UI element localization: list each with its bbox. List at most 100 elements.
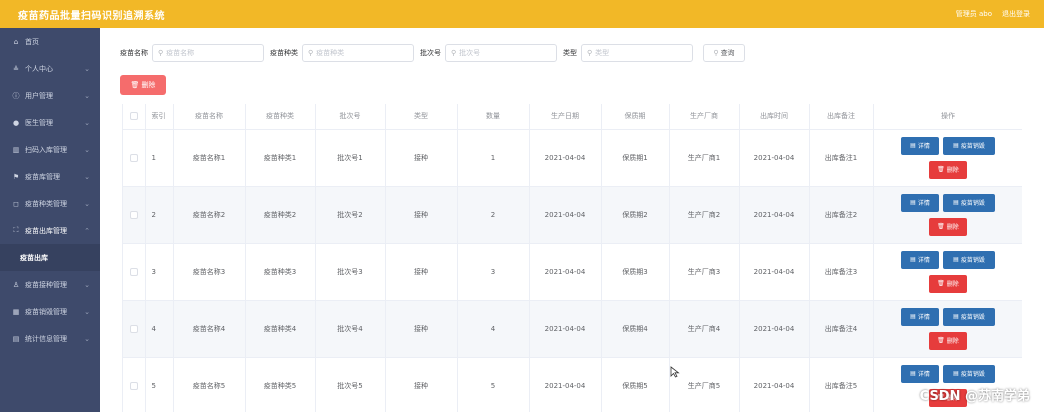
chevron-up-icon: ⌃ bbox=[84, 226, 90, 235]
outbox-icon: ⛶ bbox=[13, 226, 19, 234]
column-header: 出库时间 bbox=[739, 104, 810, 130]
vaccine-type-input[interactable] bbox=[316, 49, 413, 57]
search-input-wrapper: ⚲ bbox=[302, 44, 414, 62]
row-select-cell[interactable] bbox=[123, 129, 146, 187]
sidebar-item-vaccine-stock[interactable]: ⚑ 疫苗库管理 ⌄ bbox=[0, 163, 100, 190]
document-icon: ▤ bbox=[953, 256, 959, 263]
sidebar-item-label: 首页 bbox=[25, 37, 39, 46]
table-cell: 疫苗种类4 bbox=[245, 300, 316, 358]
detail-label: 详情 bbox=[917, 314, 930, 321]
row-checkbox[interactable] bbox=[129, 210, 138, 219]
sidebar-item-doctors[interactable]: ● 医生管理 ⌄ bbox=[0, 109, 100, 136]
detail-button[interactable]: ▤ 详情 bbox=[901, 307, 939, 326]
row-select-cell[interactable] bbox=[123, 243, 146, 301]
table-cell: 2021-04-04 bbox=[739, 357, 810, 412]
row-checkbox[interactable] bbox=[129, 324, 138, 333]
table-cell: 2021-04-04 bbox=[529, 243, 602, 301]
row-delete-button[interactable]: 🗑 删除 bbox=[929, 331, 967, 350]
table-cell: 接种 bbox=[385, 186, 458, 244]
chevron-down-icon: ⌄ bbox=[84, 172, 90, 181]
row-actions-top: ▤ 详情 ▤ 疫苗销毁 bbox=[901, 136, 995, 155]
trash-icon: 🗑 bbox=[130, 81, 140, 89]
sidebar-item-vaccination[interactable]: ♙ 疫苗接种管理 ⌄ bbox=[0, 271, 100, 298]
document-icon: ▤ bbox=[910, 199, 916, 206]
vaccine-name-input[interactable] bbox=[166, 49, 263, 57]
sidebar-item-label: 疫苗接种管理 bbox=[25, 280, 67, 289]
table-cell: 2021-04-04 bbox=[739, 129, 810, 187]
sidebar-item-statistics[interactable]: ▤ 统计信息管理 ⌄ bbox=[0, 325, 100, 352]
batch-delete-button[interactable]: 🗑 删除 bbox=[120, 75, 166, 95]
column-header: 数量 bbox=[457, 104, 530, 130]
row-actions-top: ▤ 详情 ▤ 疫苗销毁 bbox=[901, 364, 995, 383]
detail-button[interactable]: ▤ 详情 bbox=[901, 136, 939, 155]
sidebar-item-vaccine-outbound[interactable]: ⛶ 疫苗出库管理 ⌃ bbox=[0, 217, 100, 244]
batch-number-input[interactable] bbox=[459, 49, 556, 57]
table-row[interactable]: 5 疫苗名称5 疫苗种类5 批次号5 接种 5 2021-04-04 保质期5 生产厂商5 202… bbox=[123, 357, 1022, 412]
search-label: 疫苗名称 bbox=[120, 49, 148, 57]
table-cell: 2021-04-04 bbox=[529, 300, 602, 358]
search-field-batch: 批次号 ⚲ bbox=[420, 44, 557, 62]
row-select-cell[interactable] bbox=[123, 300, 146, 358]
row-delete-button[interactable]: 🗑 删除 bbox=[929, 160, 967, 179]
sidebar-item-vaccine-destroy[interactable]: ▦ 疫苗销毁管理 ⌄ bbox=[0, 298, 100, 325]
row-actions-cell: ▤ 详情 ▤ 疫苗销毁 🗑 删除 bbox=[873, 186, 1022, 244]
row-delete-button[interactable]: 🗑 删除 bbox=[929, 217, 967, 236]
sidebar-item-personal[interactable]: ≗ 个人中心 ⌄ bbox=[0, 55, 100, 82]
row-select-cell[interactable] bbox=[123, 357, 146, 412]
table-row[interactable]: 1 疫苗名称1 疫苗种类1 批次号1 接种 1 2021-04-04 保质期1 生产厂商1 202… bbox=[123, 129, 1022, 187]
destroy-label: 疫苗销毁 bbox=[960, 200, 985, 207]
row-checkbox[interactable] bbox=[129, 153, 138, 162]
destroy-button[interactable]: ▤ 疫苗销毁 bbox=[943, 307, 995, 326]
sidebar-item-users[interactable]: ⓘ 用户管理 ⌄ bbox=[0, 82, 100, 109]
row-checkbox[interactable] bbox=[129, 267, 138, 276]
table-cell: 生产厂商3 bbox=[669, 243, 740, 301]
search-label: 批次号 bbox=[420, 49, 441, 57]
row-checkbox[interactable] bbox=[129, 381, 138, 390]
sidebar-item-label: 个人中心 bbox=[25, 64, 53, 73]
sidebar-item-scan-inbound[interactable]: ▥ 扫码入库管理 ⌄ bbox=[0, 136, 100, 163]
document-icon: ▤ bbox=[953, 142, 959, 149]
sidebar-item-label: 扫码入库管理 bbox=[25, 145, 67, 154]
sidebar-item-home[interactable]: ⌂ 首页 bbox=[0, 28, 100, 55]
sidebar-item-vaccine-types[interactable]: ◻ 疫苗种类管理 ⌄ bbox=[0, 190, 100, 217]
detail-button[interactable]: ▤ 详情 bbox=[901, 364, 939, 383]
destroy-button[interactable]: ▤ 疫苗销毁 bbox=[943, 136, 995, 155]
column-header: 出库备注 bbox=[809, 104, 874, 130]
row-select-cell[interactable] bbox=[123, 186, 146, 244]
destroy-button[interactable]: ▤ 疫苗销毁 bbox=[943, 250, 995, 269]
select-all-checkbox[interactable] bbox=[129, 112, 138, 121]
table-row[interactable]: 2 疫苗名称2 疫苗种类2 批次号2 接种 2 2021-04-04 保质期2 生产厂商2 202… bbox=[123, 186, 1022, 244]
detail-label: 详情 bbox=[917, 257, 930, 264]
search-field-category: 类型 ⚲ bbox=[563, 44, 693, 62]
document-icon: ▤ bbox=[910, 142, 916, 149]
logout-link[interactable]: 退出登录 bbox=[1002, 9, 1030, 19]
table-row[interactable]: 4 疫苗名称4 疫苗种类4 批次号4 接种 4 2021-04-04 保质期4 生产厂商4 202… bbox=[123, 300, 1022, 358]
search-button[interactable]: ⚲ 查询 bbox=[703, 44, 745, 62]
main-content: 疫苗名称 ⚲ 疫苗种类 ⚲ 批次号 ⚲ 类型 ⚲ bbox=[100, 28, 1044, 412]
table-cell: 3 bbox=[145, 243, 174, 301]
table-cell: 2 bbox=[145, 186, 174, 244]
admin-label[interactable]: 管理员 abo bbox=[956, 9, 992, 19]
detail-button[interactable]: ▤ 详情 bbox=[901, 193, 939, 212]
search-input-wrapper: ⚲ bbox=[581, 44, 693, 62]
column-header: 疫苗名称 bbox=[173, 104, 246, 130]
table-cell: 生产厂商4 bbox=[669, 300, 740, 358]
detail-label: 详情 bbox=[917, 371, 930, 378]
search-button-label: 查询 bbox=[720, 49, 735, 57]
square-icon: ◻ bbox=[13, 199, 19, 208]
table-cell: 保质期1 bbox=[601, 129, 670, 187]
table-row[interactable]: 3 疫苗名称3 疫苗种类3 批次号3 接种 3 2021-04-04 保质期3 生产厂商3 202… bbox=[123, 243, 1022, 301]
chevron-down-icon: ⌄ bbox=[84, 199, 90, 208]
row-delete-button[interactable]: 🗑 删除 bbox=[929, 274, 967, 293]
detail-button[interactable]: ▤ 详情 bbox=[901, 250, 939, 269]
search-icon: ⚲ bbox=[451, 49, 457, 57]
column-header: 生产日期 bbox=[529, 104, 602, 130]
category-input[interactable] bbox=[595, 49, 692, 57]
destroy-button[interactable]: ▤ 疫苗销毁 bbox=[943, 193, 995, 212]
table-cell: 保质期3 bbox=[601, 243, 670, 301]
sidebar-subitem-vaccine-outbound[interactable]: 疫苗出库 bbox=[0, 244, 100, 271]
destroy-button[interactable]: ▤ 疫苗销毁 bbox=[943, 364, 995, 383]
select-all-cell[interactable] bbox=[123, 104, 146, 130]
row-actions-cell: ▤ 详情 ▤ 疫苗销毁 🗑 删除 bbox=[873, 243, 1022, 301]
sidebar-item-label: 疫苗出库管理 bbox=[25, 226, 67, 235]
